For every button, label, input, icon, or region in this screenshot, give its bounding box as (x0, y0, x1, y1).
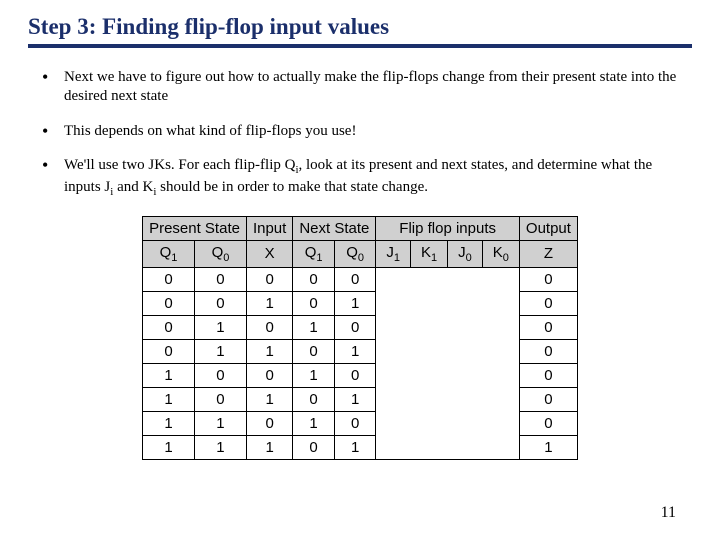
hdr-nq0: Q0 (334, 240, 376, 267)
bullet-3-part-a: We'll use two JKs. For each flip-flip Q (64, 157, 295, 173)
hdr-q1: Q1 (143, 240, 195, 267)
hdr-output: Output (519, 216, 577, 240)
page-number: 11 (661, 504, 676, 522)
hdr-present-state: Present State (143, 216, 247, 240)
hdr-x: X (246, 240, 292, 267)
bullet-list: Next we have to figure out how to actual… (28, 68, 692, 200)
page-title: Step 3: Finding flip-flop input values (28, 14, 692, 48)
excitation-table: Present State Input Next State Flip flop… (142, 216, 578, 460)
hdr-q0: Q0 (195, 240, 247, 267)
table-body: 00 0 00 0 00 1 01 0 01 0 10 0 (143, 267, 578, 459)
bullet-1-text: Next we have to figure out how to actual… (64, 69, 676, 104)
bullet-2: This depends on what kind of flip-flops … (38, 122, 686, 141)
table-container: Present State Input Next State Flip flop… (28, 216, 692, 460)
hdr-z: Z (519, 240, 577, 267)
bullet-3-part-d: should be in order to make that state ch… (156, 179, 428, 195)
hdr-ff-inputs: Flip flop inputs (376, 216, 520, 240)
table-header-row-2: Q1 Q0 X Q1 Q0 J1 K1 J0 K0 Z (143, 240, 578, 267)
bullet-3: We'll use two JKs. For each flip-flip Qi… (38, 156, 686, 200)
bullet-2-text: This depends on what kind of flip-flops … (64, 123, 356, 139)
bullet-3-part-c: and K (113, 179, 153, 195)
hdr-j0: J0 (448, 240, 483, 267)
bullet-1: Next we have to figure out how to actual… (38, 68, 686, 106)
hdr-next-state: Next State (293, 216, 376, 240)
table-header-row-1: Present State Input Next State Flip flop… (143, 216, 578, 240)
hdr-input: Input (246, 216, 292, 240)
ff-inputs-blank (376, 267, 520, 459)
hdr-k0: K0 (482, 240, 519, 267)
slide: Step 3: Finding flip-flop input values N… (0, 0, 720, 540)
table-row: 00 0 00 0 (143, 267, 578, 291)
hdr-nq1: Q1 (293, 240, 335, 267)
hdr-j1: J1 (376, 240, 411, 267)
hdr-k1: K1 (411, 240, 448, 267)
